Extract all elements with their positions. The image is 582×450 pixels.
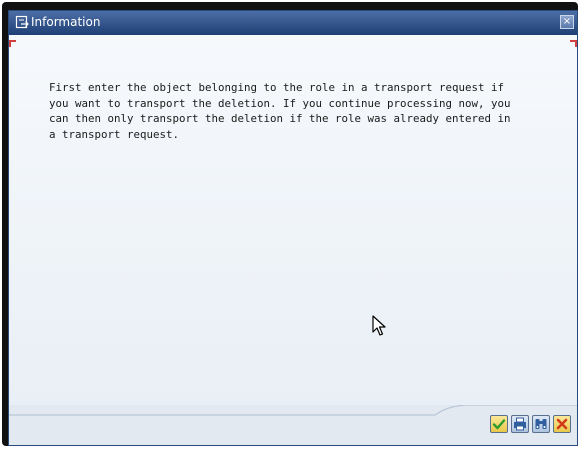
close-icon: × xyxy=(562,16,572,27)
dialog-footer xyxy=(9,405,577,445)
information-dialog: Information × First enter the object bel… xyxy=(8,10,578,446)
message-line: First enter the object belonging to the … xyxy=(49,81,505,94)
message-line: a transport request. xyxy=(49,127,180,141)
printer-icon xyxy=(514,417,526,431)
information-message: First enter the object belonging to the … xyxy=(49,80,559,142)
dialog-body: First enter the object belonging to the … xyxy=(9,35,577,425)
mouse-pointer-icon xyxy=(372,315,386,336)
print-button[interactable] xyxy=(511,415,529,433)
close-button[interactable]: × xyxy=(560,15,574,29)
corner-marker-top-right xyxy=(570,40,577,47)
footer-toolbar xyxy=(490,415,571,433)
dialog-title: Information xyxy=(31,15,101,29)
checkmark-icon xyxy=(492,419,506,430)
x-icon xyxy=(556,418,568,430)
window-icon xyxy=(15,15,29,29)
continue-button[interactable] xyxy=(490,415,508,433)
binoculars-icon xyxy=(535,419,547,429)
message-line: you want to transport the deletion. If y… xyxy=(49,96,511,110)
screenshot-frame: Information × First enter the object bel… xyxy=(2,2,578,446)
corner-marker-top-left xyxy=(9,40,16,47)
title-bar[interactable]: Information × xyxy=(9,11,577,35)
find-button[interactable] xyxy=(532,415,550,433)
message-line: can then only transport the deletion if … xyxy=(49,112,511,125)
cancel-button[interactable] xyxy=(553,415,571,433)
